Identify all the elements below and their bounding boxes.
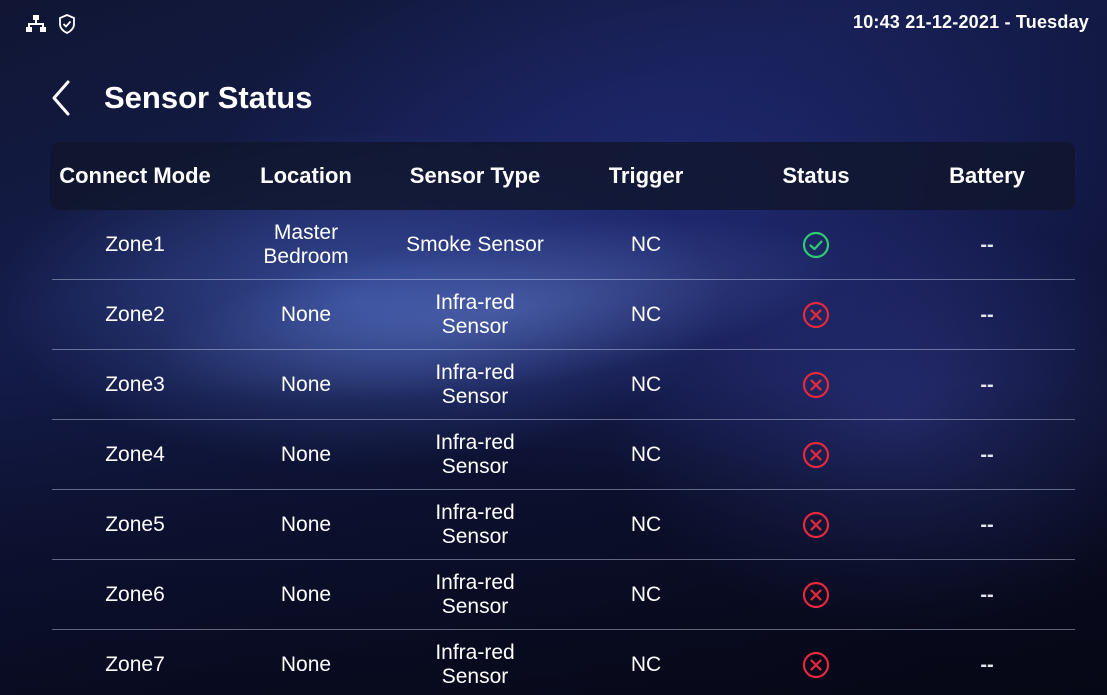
cell-trigger: NC (630, 373, 662, 396)
cell-trigger: NC (630, 303, 662, 326)
back-button[interactable] (44, 78, 76, 118)
cell-trigger: NC (630, 653, 662, 676)
table-row[interactable]: Zone3 None Infra-red Sensor NC -- (0, 350, 1107, 420)
cell-connect-mode: Zone4 (105, 443, 165, 466)
cell-battery: -- (980, 583, 994, 606)
column-header-battery: Battery (949, 163, 1025, 188)
x-circle-icon (802, 651, 830, 679)
table-row[interactable]: Zone4 None Infra-red Sensor NC -- (0, 420, 1107, 490)
check-circle-icon (802, 231, 830, 259)
table-row[interactable]: Zone6 None Infra-red Sensor NC -- (0, 560, 1107, 630)
page-title: Sensor Status (104, 80, 313, 115)
table-row[interactable]: Zone2 None Infra-red Sensor NC -- (0, 280, 1107, 350)
cell-battery: -- (980, 373, 994, 396)
cell-connect-mode: Zone5 (105, 513, 165, 536)
x-circle-icon (802, 441, 830, 469)
status-icons (26, 14, 76, 39)
cell-trigger: NC (630, 233, 662, 256)
cell-location: Master Bedroom (263, 221, 349, 268)
cell-location: None (280, 583, 332, 606)
cell-sensor-type: Smoke Sensor (406, 233, 544, 256)
cell-connect-mode: Zone7 (105, 653, 165, 676)
table-row[interactable]: Zone7 None Infra-red Sensor NC -- (0, 630, 1107, 695)
column-header-trigger: Trigger (608, 163, 684, 188)
x-circle-icon (802, 581, 830, 609)
column-header-location: Location (260, 163, 352, 188)
cell-battery: -- (980, 303, 994, 326)
cell-sensor-type: Infra-red Sensor (435, 431, 515, 478)
cell-status (801, 350, 831, 420)
status-bar: 10:43 21-12-2021 - Tuesday (0, 0, 1107, 44)
cell-location: None (280, 513, 332, 536)
table-row[interactable]: Zone1 Master Bedroom Smoke Sensor NC -- (0, 210, 1107, 280)
chevron-left-icon (44, 80, 76, 122)
table-header: Connect Mode Location Sensor Type Trigge… (50, 142, 1075, 210)
cell-sensor-type: Infra-red Sensor (435, 361, 515, 408)
cell-location: None (280, 443, 332, 466)
column-header-sensor-type: Sensor Type (409, 163, 541, 188)
cell-sensor-type: Infra-red Sensor (435, 571, 515, 618)
cell-status (801, 490, 831, 560)
cell-status (801, 210, 831, 280)
sensor-table-body: Zone1 Master Bedroom Smoke Sensor NC -- … (0, 210, 1107, 695)
network-icon (26, 15, 46, 38)
screen-background: 10:43 21-12-2021 - Tuesday Sensor Status… (0, 0, 1107, 695)
page-header: Sensor Status (0, 68, 700, 128)
cell-trigger: NC (630, 583, 662, 606)
cell-connect-mode: Zone6 (105, 583, 165, 606)
cell-status (801, 420, 831, 490)
cell-trigger: NC (630, 513, 662, 536)
cell-status (801, 280, 831, 350)
cell-location: None (280, 653, 332, 676)
cell-sensor-type: Infra-red Sensor (435, 641, 515, 688)
x-circle-icon (802, 371, 830, 399)
cell-trigger: NC (630, 443, 662, 466)
cell-sensor-type: Infra-red Sensor (435, 291, 515, 338)
table-row[interactable]: Zone5 None Infra-red Sensor NC -- (0, 490, 1107, 560)
x-circle-icon (802, 301, 830, 329)
cell-connect-mode: Zone1 (105, 233, 165, 256)
cell-battery: -- (980, 653, 994, 676)
cell-battery: -- (980, 443, 994, 466)
cell-battery: -- (980, 233, 994, 256)
cell-battery: -- (980, 513, 994, 536)
cell-status (801, 560, 831, 630)
cell-location: None (280, 373, 332, 396)
cell-status (801, 630, 831, 695)
shield-check-icon (58, 14, 76, 39)
cell-connect-mode: Zone2 (105, 303, 165, 326)
cell-connect-mode: Zone3 (105, 373, 165, 396)
cell-sensor-type: Infra-red Sensor (435, 501, 515, 548)
column-header-status: Status (782, 163, 850, 188)
x-circle-icon (802, 511, 830, 539)
column-header-connect-mode: Connect Mode (59, 163, 211, 188)
cell-location: None (280, 303, 332, 326)
status-datetime: 10:43 21-12-2021 - Tuesday (852, 12, 1089, 32)
